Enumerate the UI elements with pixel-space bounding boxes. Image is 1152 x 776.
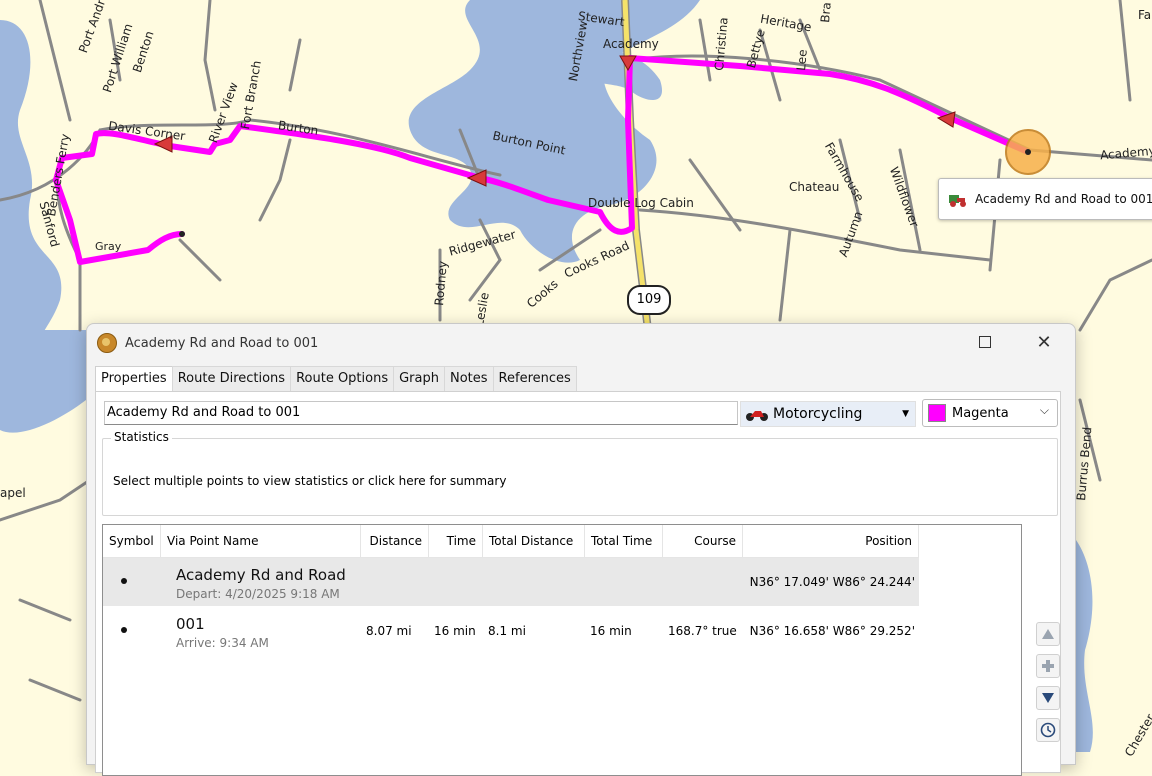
triangle-up-icon bbox=[1042, 629, 1054, 639]
column-time[interactable]: Time bbox=[429, 525, 483, 557]
via-point-total-time: 16 min bbox=[590, 624, 632, 638]
table-row[interactable]: Academy Rd and Road Depart: 4/20/2025 9:… bbox=[103, 558, 919, 606]
route-icon bbox=[949, 195, 966, 207]
route-tooltip-text: Academy Rd and Road to 001 bbox=[975, 192, 1152, 206]
route-properties-window[interactable]: Academy Rd and Road to 001 ✕ Properties … bbox=[86, 323, 1076, 776]
route-color-value: Magenta bbox=[952, 405, 1009, 421]
map-label-fa: Fa bbox=[1138, 8, 1152, 22]
app-icon bbox=[97, 333, 117, 353]
chevron-down-icon: ⌵ bbox=[1039, 403, 1049, 417]
end-point-marker[interactable] bbox=[179, 231, 185, 237]
via-point-course: 168.7° true bbox=[668, 624, 737, 638]
tab-notes[interactable]: Notes bbox=[444, 366, 494, 391]
tab-bar: Properties Route Directions Route Option… bbox=[95, 366, 577, 393]
map-label-chapel: apel bbox=[0, 486, 26, 500]
statistics-label: Statistics bbox=[111, 430, 172, 444]
tab-route-directions[interactable]: Route Directions bbox=[171, 366, 292, 391]
tab-properties[interactable]: Properties bbox=[95, 366, 173, 393]
transport-mode-select[interactable]: Motorcycling ▼ bbox=[740, 401, 916, 427]
via-point-distance: 8.07 mi bbox=[366, 624, 412, 638]
clock-icon bbox=[1040, 722, 1056, 738]
map-label-bra: Bra bbox=[818, 1, 834, 24]
route-tooltip[interactable]: Academy Rd and Road to 001 bbox=[938, 178, 1152, 220]
clock-button[interactable] bbox=[1036, 718, 1060, 742]
statistics-group: Statistics Select multiple points to vie… bbox=[102, 430, 1058, 516]
column-via-point-name[interactable]: Via Point Name bbox=[161, 525, 361, 557]
tab-graph[interactable]: Graph bbox=[393, 366, 445, 391]
close-button[interactable]: ✕ bbox=[1033, 332, 1055, 354]
via-point-symbol bbox=[121, 627, 127, 633]
window-title: Academy Rd and Road to 001 bbox=[125, 335, 319, 351]
via-point-time: 16 min bbox=[434, 624, 476, 638]
maximize-button[interactable] bbox=[974, 332, 996, 354]
column-distance[interactable]: Distance bbox=[361, 525, 429, 557]
via-point-symbol bbox=[121, 578, 127, 584]
map-label-lee: Lee bbox=[794, 48, 810, 72]
triangle-down-icon bbox=[1042, 693, 1054, 703]
via-point-arrive: Arrive: 9:34 AM bbox=[176, 636, 269, 650]
route-name-input[interactable]: Academy Rd and Road to 001 bbox=[104, 401, 738, 425]
move-down-button[interactable] bbox=[1036, 686, 1060, 710]
highway-109-shield: 109 bbox=[627, 285, 671, 315]
map-label-double-log-cabin: Double Log Cabin bbox=[588, 196, 694, 210]
via-points-table[interactable]: Symbol Via Point Name Distance Time Tota… bbox=[102, 524, 1022, 776]
column-symbol[interactable]: Symbol bbox=[103, 525, 161, 557]
table-header: Symbol Via Point Name Distance Time Tota… bbox=[103, 525, 919, 558]
route-color-select[interactable]: Magenta ⌵ bbox=[922, 399, 1058, 427]
tab-route-options[interactable]: Route Options bbox=[290, 366, 395, 391]
properties-pane: Academy Rd and Road to 001 Motorcycling … bbox=[95, 391, 1061, 776]
via-point-name: Academy Rd and Road bbox=[176, 566, 346, 584]
plus-icon bbox=[1042, 660, 1054, 672]
transport-mode-value: Motorcycling bbox=[773, 406, 863, 422]
color-swatch bbox=[928, 404, 946, 422]
window-titlebar[interactable]: Academy Rd and Road to 001 ✕ bbox=[87, 324, 1075, 362]
move-up-button[interactable] bbox=[1036, 622, 1060, 646]
table-row[interactable]: 001 Arrive: 9:34 AM 8.07 mi 16 min 8.1 m… bbox=[103, 607, 919, 655]
map-label-chateau: Chateau bbox=[789, 180, 840, 194]
statistics-message[interactable]: Select multiple points to view statistic… bbox=[113, 474, 506, 488]
motorcycle-icon bbox=[746, 411, 768, 421]
map-label-gray: Gray bbox=[95, 240, 122, 253]
via-point-name: 001 bbox=[176, 615, 205, 633]
column-total-time[interactable]: Total Time bbox=[585, 525, 663, 557]
via-point-depart: Depart: 4/20/2025 9:18 AM bbox=[176, 587, 340, 601]
add-via-point-button[interactable] bbox=[1036, 654, 1060, 678]
tab-references[interactable]: References bbox=[492, 366, 577, 391]
chevron-down-icon: ▼ bbox=[902, 409, 909, 419]
map-label-academy: Academy bbox=[603, 37, 659, 51]
via-point-position: N36° 16.658' W86° 29.252' bbox=[749, 624, 915, 638]
via-point-position: N36° 17.049' W86° 24.244' bbox=[749, 575, 915, 589]
column-total-distance[interactable]: Total Distance bbox=[483, 525, 585, 557]
column-position[interactable]: Position bbox=[743, 525, 919, 557]
column-course[interactable]: Course bbox=[663, 525, 743, 557]
via-point-total-distance: 8.1 mi bbox=[488, 624, 526, 638]
